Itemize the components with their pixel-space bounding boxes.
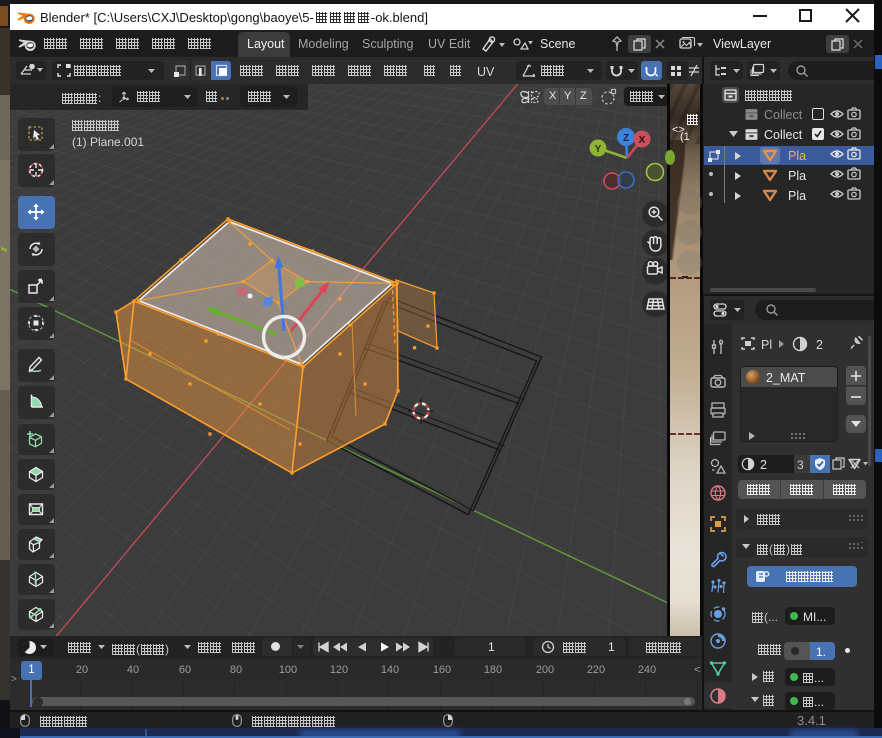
svg-text:Z: Z [623,133,629,144]
svg-text:X: X [639,135,646,146]
svg-text:Y: Y [595,144,602,155]
